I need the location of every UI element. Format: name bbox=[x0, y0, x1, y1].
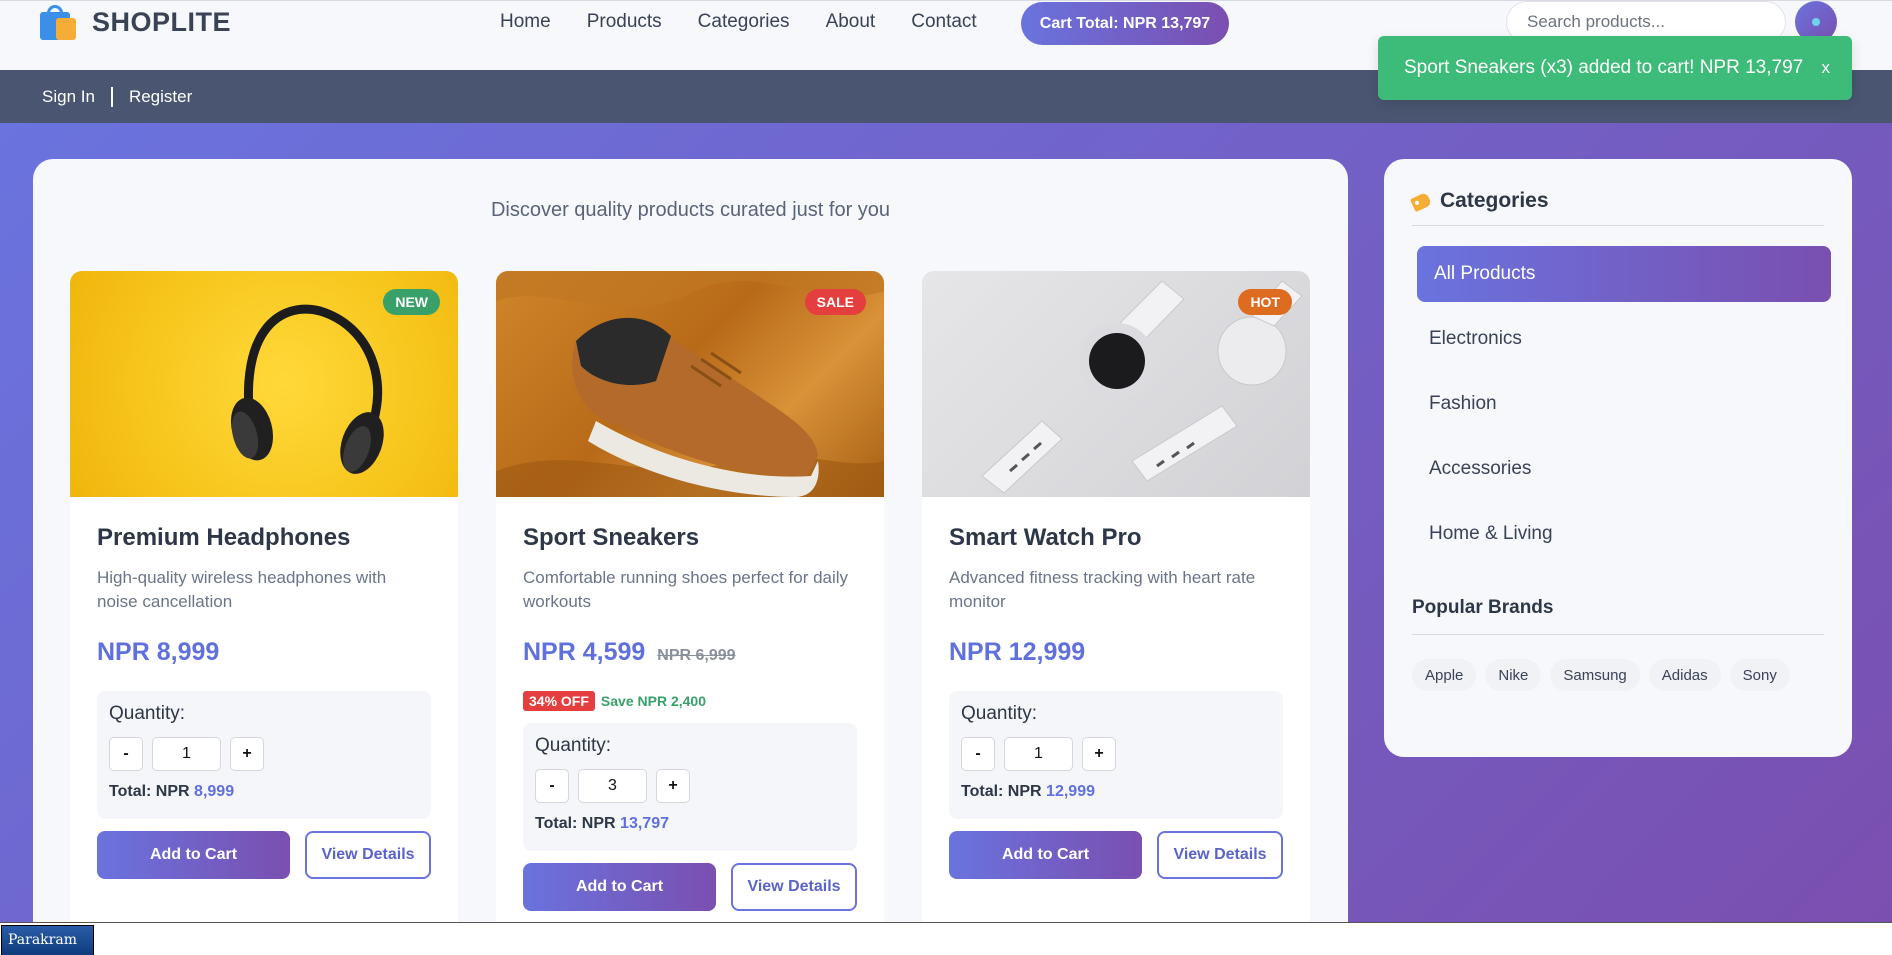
category-electronics[interactable]: Electronics bbox=[1417, 311, 1831, 367]
quantity-box: Quantity: - + Total: NPR 12,999 bbox=[949, 691, 1283, 819]
line-total: Total: NPR 8,999 bbox=[109, 783, 419, 801]
quantity-label: Quantity: bbox=[961, 703, 1038, 724]
category-fashion[interactable]: Fashion bbox=[1417, 376, 1831, 432]
sidebar-title: Categories bbox=[1440, 189, 1549, 212]
shopping-bag-icon bbox=[38, 3, 78, 41]
discount-badge: 34% OFF bbox=[523, 691, 595, 711]
cart-toast: Sport Sneakers (x3) added to cart! NPR 1… bbox=[1378, 36, 1852, 100]
discount-row: 34% OFF Save NPR 2,400 bbox=[523, 691, 857, 711]
product-badge: SALE bbox=[804, 289, 866, 315]
view-details-button[interactable]: View Details bbox=[305, 831, 431, 879]
quantity-decrease-button[interactable]: - bbox=[961, 737, 995, 771]
divider bbox=[110, 86, 113, 107]
search-icon bbox=[1812, 18, 1820, 26]
quantity-input[interactable] bbox=[152, 737, 221, 771]
add-to-cart-button[interactable]: Add to Cart bbox=[949, 831, 1142, 879]
product-price: NPR 4,599 bbox=[523, 638, 646, 666]
quantity-box: Quantity: - + Total: NPR 8,999 bbox=[97, 691, 431, 819]
product-description: Advanced fitness tracking with heart rat… bbox=[949, 568, 1256, 611]
product-title[interactable]: Smart Watch Pro bbox=[949, 524, 1283, 552]
product-description: Comfortable running shoes perfect for da… bbox=[523, 568, 849, 611]
quantity-input[interactable] bbox=[1004, 737, 1073, 771]
savings-text: Save NPR 2,400 bbox=[600, 693, 706, 709]
line-total-value: 12,999 bbox=[1046, 783, 1095, 800]
toast-message: Sport Sneakers (x3) added to cart! NPR 1… bbox=[1404, 57, 1804, 78]
brand-samsung[interactable]: Samsung bbox=[1550, 659, 1640, 691]
taskbar: Parakram bbox=[0, 922, 1892, 955]
product-card: SALE Sport Sneakers Comfortable running … bbox=[496, 271, 884, 955]
product-card: HOT Smart Watch Pro Advanced fitness tra… bbox=[922, 271, 1310, 955]
product-badge: NEW bbox=[383, 289, 440, 315]
tag-icon bbox=[1409, 191, 1433, 213]
product-description: High-quality wireless headphones with no… bbox=[97, 568, 387, 611]
logo[interactable]: SHOPLITE bbox=[38, 3, 231, 41]
line-total-value: 13,797 bbox=[620, 815, 669, 832]
brands-title: Popular Brands bbox=[1412, 597, 1824, 635]
cart-total-button[interactable]: Cart Total: NPR 13,797 bbox=[1021, 2, 1229, 45]
brand-sony[interactable]: Sony bbox=[1729, 659, 1790, 691]
quantity-increase-button[interactable]: + bbox=[230, 737, 264, 771]
product-badge: HOT bbox=[1238, 289, 1292, 315]
product-image[interactable]: HOT bbox=[922, 271, 1310, 497]
category-accessories[interactable]: Accessories bbox=[1417, 441, 1831, 497]
nav-home[interactable]: Home bbox=[500, 11, 551, 33]
product-price: NPR 12,999 bbox=[949, 638, 1086, 666]
brand-apple[interactable]: Apple bbox=[1412, 659, 1477, 691]
categories-sidebar: Categories All Products Electronics Fash… bbox=[1384, 159, 1852, 757]
brand-nike[interactable]: Nike bbox=[1485, 659, 1542, 691]
category-list: All Products Electronics Fashion Accesso… bbox=[1417, 246, 1831, 571]
view-details-button[interactable]: View Details bbox=[1157, 831, 1283, 879]
brand-name: SHOPLITE bbox=[92, 6, 232, 37]
line-total: Total: NPR 12,999 bbox=[961, 783, 1271, 801]
quantity-box: Quantity: - + Total: NPR 13,797 bbox=[523, 723, 857, 851]
product-price: NPR 8,999 bbox=[97, 638, 220, 666]
quantity-input[interactable] bbox=[578, 769, 647, 803]
quantity-label: Quantity: bbox=[109, 703, 186, 724]
add-to-cart-button[interactable]: Add to Cart bbox=[97, 831, 290, 879]
nav-products[interactable]: Products bbox=[587, 11, 662, 33]
quantity-decrease-button[interactable]: - bbox=[109, 737, 143, 771]
register-link[interactable]: Register bbox=[129, 87, 192, 107]
line-total: Total: NPR 13,797 bbox=[535, 815, 845, 833]
close-icon[interactable]: x bbox=[1822, 58, 1831, 78]
add-to-cart-button[interactable]: Add to Cart bbox=[523, 863, 716, 911]
taskbar-button[interactable]: Parakram bbox=[1, 925, 94, 955]
quantity-increase-button[interactable]: + bbox=[1082, 737, 1116, 771]
nav-contact[interactable]: Contact bbox=[911, 11, 976, 33]
product-card: NEW Premium Headphones High-quality wire… bbox=[70, 271, 458, 955]
main-nav: Home Products Categories About Contact bbox=[500, 1, 977, 43]
category-home-living[interactable]: Home & Living bbox=[1417, 506, 1831, 562]
original-price: NPR 6,999 bbox=[657, 647, 736, 664]
tagline: Discover quality products curated just f… bbox=[490, 199, 891, 221]
line-total-label: Total: NPR bbox=[109, 783, 190, 800]
line-total-label: Total: NPR bbox=[961, 783, 1042, 800]
quantity-label: Quantity: bbox=[535, 735, 612, 756]
product-title[interactable]: Premium Headphones bbox=[97, 524, 431, 552]
sign-in-link[interactable]: Sign In bbox=[42, 87, 95, 107]
quantity-increase-button[interactable]: + bbox=[656, 769, 690, 803]
brand-adidas[interactable]: Adidas bbox=[1648, 659, 1721, 691]
view-details-button[interactable]: View Details bbox=[731, 863, 857, 911]
product-title[interactable]: Sport Sneakers bbox=[523, 524, 857, 552]
category-all-products[interactable]: All Products bbox=[1417, 246, 1831, 302]
brand-list: Apple Nike Samsung Adidas Sony bbox=[1412, 659, 1790, 691]
line-total-label: Total: NPR bbox=[535, 815, 616, 832]
product-image[interactable]: SALE bbox=[496, 271, 884, 497]
nav-about[interactable]: About bbox=[826, 11, 876, 33]
quantity-decrease-button[interactable]: - bbox=[535, 769, 569, 803]
product-image[interactable]: NEW bbox=[70, 271, 458, 497]
product-panel: Discover quality products curated just f… bbox=[33, 159, 1348, 955]
line-total-value: 8,999 bbox=[194, 783, 235, 800]
nav-categories[interactable]: Categories bbox=[698, 11, 790, 33]
